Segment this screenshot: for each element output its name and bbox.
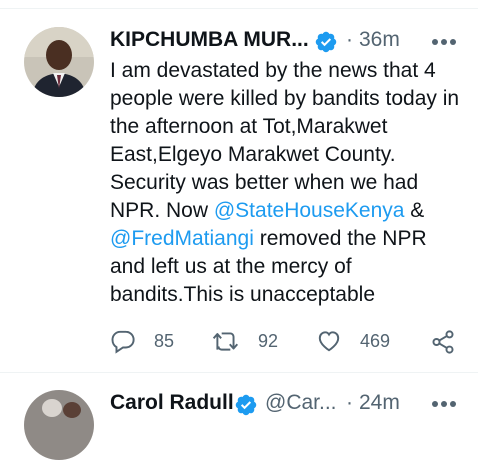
like-button[interactable]: 469 bbox=[316, 328, 390, 354]
more-dots-icon[interactable] bbox=[431, 38, 457, 46]
avatar[interactable] bbox=[24, 27, 94, 97]
tweet-text-part: I am devastated by the news that 4 peopl… bbox=[110, 59, 460, 222]
tweet-divider bbox=[0, 372, 478, 373]
avatar[interactable] bbox=[24, 390, 94, 460]
verified-badge-icon bbox=[315, 31, 337, 53]
reply-count: 85 bbox=[154, 330, 175, 351]
separator: · bbox=[346, 28, 353, 51]
retweet-button[interactable]: 92 bbox=[212, 328, 278, 354]
more-dots-icon[interactable] bbox=[431, 400, 457, 408]
display-name[interactable]: Carol Radull bbox=[110, 391, 234, 415]
display-name[interactable]: KIPCHUMBA MUR... bbox=[110, 28, 309, 52]
tweet-text-part: & bbox=[404, 199, 425, 222]
share-icon[interactable] bbox=[430, 329, 456, 355]
mention-link[interactable]: @FredMatiangi bbox=[110, 227, 254, 250]
tweet-text: I am devastated by the news that 4 peopl… bbox=[110, 57, 460, 309]
top-divider bbox=[0, 8, 478, 9]
timestamp[interactable]: 24m bbox=[359, 391, 400, 415]
heart-icon bbox=[318, 331, 340, 352]
timestamp[interactable]: 36m bbox=[359, 28, 400, 52]
like-count: 469 bbox=[360, 330, 391, 351]
mention-link[interactable]: @StateHouseKenya bbox=[214, 199, 405, 222]
reply-icon bbox=[111, 330, 135, 354]
verified-badge-icon bbox=[235, 394, 257, 416]
retweet-icon bbox=[212, 332, 239, 351]
handle[interactable]: @Car... bbox=[265, 391, 337, 415]
reply-button[interactable]: 85 bbox=[110, 328, 174, 354]
separator: · bbox=[346, 391, 353, 414]
retweet-count: 92 bbox=[258, 330, 279, 351]
